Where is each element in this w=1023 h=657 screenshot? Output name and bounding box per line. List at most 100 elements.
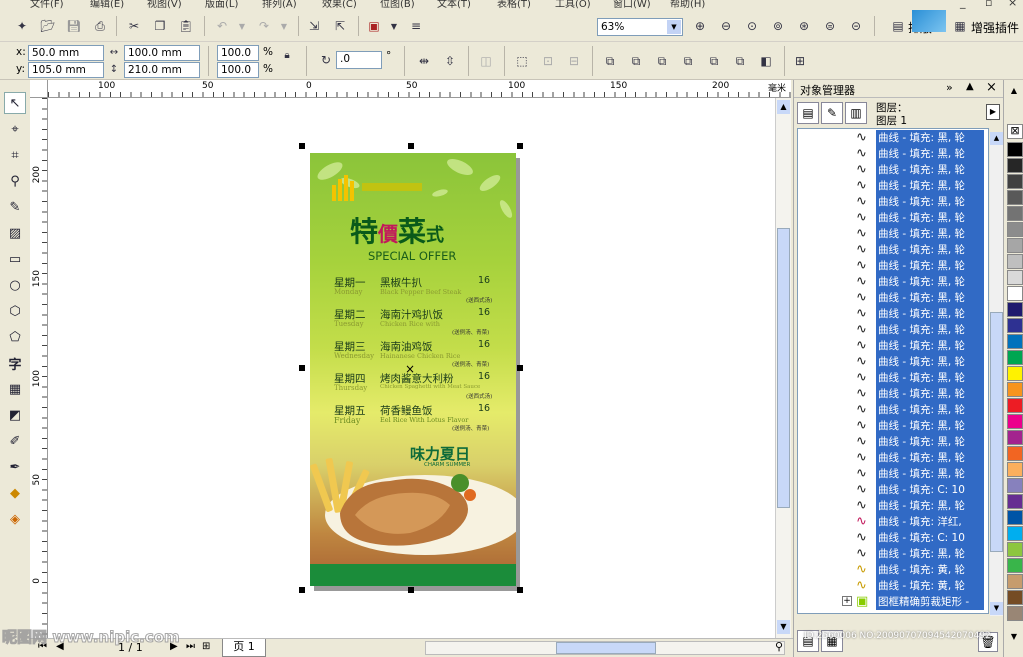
color-swatch[interactable] <box>1007 238 1023 253</box>
curve-object-row[interactable]: ∿ 曲线 - 填充: 黑, 轮 <box>798 242 988 258</box>
color-swatch[interactable] <box>1007 206 1023 221</box>
crop-tool-icon[interactable]: ⌗ <box>4 144 26 166</box>
selection-handle[interactable] <box>408 587 414 593</box>
redo-icon[interactable]: ↷ <box>254 16 274 36</box>
curve-object-row[interactable]: ∿ 曲线 - 填充: 黑, 轮 <box>798 146 988 162</box>
selection-handle[interactable] <box>299 365 305 371</box>
paste-icon[interactable]: 📋︎ <box>176 16 196 36</box>
curve-object-row[interactable]: ∿ 曲线 - 填充: 洋红, <box>798 514 988 530</box>
center-mark-icon[interactable]: × <box>405 362 415 376</box>
curve-object-row[interactable]: ∿ 曲线 - 填充: 黑, 轮 <box>798 498 988 514</box>
color-swatch[interactable] <box>1007 590 1023 605</box>
zoom-height-icon[interactable]: ⊝ <box>846 16 866 36</box>
palette-scroll-up-icon[interactable]: ▲ <box>1007 86 1021 96</box>
back-minus-front-icon[interactable]: ⧉ <box>730 51 750 71</box>
shape-tool-icon[interactable]: ⌖ <box>4 118 26 140</box>
freehand-tool-icon[interactable]: ✎ <box>4 196 26 218</box>
scroll-up-icon[interactable]: ▲ <box>777 100 790 114</box>
color-swatch[interactable] <box>1007 366 1023 381</box>
menu-bitmap[interactable]: 位图(B) <box>380 0 415 10</box>
mirror-horizontal-icon[interactable]: ⇹ <box>414 51 434 71</box>
color-swatch[interactable] <box>1007 606 1023 621</box>
select-all-icon[interactable]: ⬚ <box>512 51 532 71</box>
selection-handle[interactable] <box>299 143 305 149</box>
menu-tools[interactable]: 工具(O) <box>555 0 591 10</box>
zoom-selected-icon[interactable]: ⊙ <box>742 16 762 36</box>
zoom-all-objects-icon[interactable]: ⊚ <box>768 16 788 36</box>
curve-object-row[interactable]: ∿ 曲线 - 填充: 黑, 轮 <box>798 210 988 226</box>
color-swatch[interactable] <box>1007 302 1023 317</box>
simplify-icon[interactable]: ⧉ <box>678 51 698 71</box>
list-scroll-down-icon[interactable]: ▼ <box>990 602 1003 615</box>
curve-object-row[interactable]: ∿ 曲线 - 填充: 黑, 轮 <box>798 162 988 178</box>
curve-object-row[interactable]: ∿ 曲线 - 填充: 黑, 轮 <box>798 178 988 194</box>
curve-object-row[interactable]: ∿ 曲线 - 填充: 黑, 轮 <box>798 306 988 322</box>
y-position-field[interactable]: 105.0 mm <box>28 62 104 78</box>
curve-object-row[interactable]: ∿ 曲线 - 填充: 黑, 轮 <box>798 402 988 418</box>
canvas-vertical-scrollbar[interactable]: ▲ ▼ <box>775 98 791 638</box>
intersect-icon[interactable]: ⧉ <box>652 51 672 71</box>
color-swatch[interactable] <box>1007 334 1023 349</box>
color-swatch[interactable] <box>1007 190 1023 205</box>
color-swatch[interactable] <box>1007 478 1023 493</box>
outline-pen-tool-icon[interactable]: ✒ <box>4 456 26 478</box>
import-icon[interactable]: ⇲ <box>304 16 324 36</box>
curve-object-row[interactable]: ∿ 曲线 - 填充: 黑, 轮 <box>798 290 988 306</box>
fill-tool-icon[interactable]: ◆ <box>4 482 26 504</box>
create-boundary-icon[interactable]: ◧ <box>756 51 776 71</box>
interactive-blend-tool-icon[interactable]: ◩ <box>4 404 26 426</box>
layout-icon[interactable]: ▤ <box>888 16 908 36</box>
color-swatch[interactable] <box>1007 254 1023 269</box>
x-position-field[interactable]: 50.0 mm <box>28 45 104 61</box>
table-tool-icon[interactable]: ▦ <box>4 378 26 400</box>
docker-close-icon[interactable]: × <box>986 80 997 95</box>
menu-layout[interactable]: 版面(L) <box>205 0 238 10</box>
color-swatch[interactable] <box>1007 318 1023 333</box>
menu-arrange[interactable]: 排列(A) <box>262 0 297 10</box>
ellipse-tool-icon[interactable]: ○ <box>4 274 26 296</box>
export-icon[interactable]: ⇱ <box>330 16 350 36</box>
canvas-horizontal-scrollbar[interactable] <box>425 641 785 655</box>
color-swatch[interactable] <box>1007 558 1023 573</box>
weld-icon[interactable]: ⧉ <box>600 51 620 71</box>
polygon-tool-icon[interactable]: ⬡ <box>4 300 26 322</box>
selection-handle[interactable] <box>517 143 523 149</box>
curve-object-row[interactable]: ∿ 曲线 - 填充: 黑, 轮 <box>798 226 988 242</box>
group-icon[interactable]: ◫ <box>476 51 496 71</box>
rectangle-tool-icon[interactable]: ▭ <box>4 248 26 270</box>
horizontal-scroll-thumb[interactable] <box>556 642 656 654</box>
page-tab[interactable]: 页 1 <box>222 639 266 657</box>
print-icon[interactable]: ⎙ <box>90 16 110 36</box>
window-minimize-icon[interactable]: _ <box>960 0 966 9</box>
color-swatch[interactable] <box>1007 574 1023 589</box>
edit-across-layers-icon[interactable]: ✎ <box>821 102 843 124</box>
menu-edit[interactable]: 编辑(E) <box>90 0 124 10</box>
curve-object-row[interactable]: ∿ 曲线 - 填充: 黑, 轮 <box>798 434 988 450</box>
vertical-scroll-thumb[interactable] <box>777 228 790 508</box>
color-swatch[interactable] <box>1007 542 1023 557</box>
color-swatch[interactable] <box>1007 398 1023 413</box>
selection-handle[interactable] <box>517 587 523 593</box>
vertical-ruler[interactable]: 200 150 100 50 0 <box>30 98 48 638</box>
color-swatch[interactable] <box>1007 382 1023 397</box>
curve-object-row[interactable]: ∿ 曲线 - 填充: 黑, 轮 <box>798 322 988 338</box>
color-swatch[interactable] <box>1007 142 1023 157</box>
undo-dropdown-icon[interactable]: ▼ <box>232 16 252 36</box>
color-swatch[interactable] <box>1007 494 1023 509</box>
zoom-dropdown-icon[interactable]: ▼ <box>667 20 681 34</box>
selection-handle[interactable] <box>408 143 414 149</box>
basic-shapes-tool-icon[interactable]: ⬠ <box>4 326 26 348</box>
show-object-properties-icon[interactable]: ▤ <box>797 102 819 124</box>
menu-table[interactable]: 表格(T) <box>497 0 531 10</box>
zoom-out-icon[interactable]: ⊖ <box>716 16 736 36</box>
color-swatch[interactable] <box>1007 174 1023 189</box>
curve-object-row[interactable]: ∿ 曲线 - 填充: 黑, 轮 <box>798 418 988 434</box>
curve-object-row[interactable]: ∿ 曲线 - 填充: 黑, 轮 <box>798 274 988 290</box>
launcher-dropdown-icon[interactable]: ▼ <box>384 16 404 36</box>
layer-manager-view-icon[interactable]: ▥ <box>845 102 867 124</box>
open-folder-icon[interactable]: 📂︎ <box>38 16 58 36</box>
curve-object-row[interactable]: ∿ 曲线 - 填充: 黑, 轮 <box>798 354 988 370</box>
color-swatch[interactable] <box>1007 270 1023 285</box>
rotation-field[interactable]: .0 <box>336 51 382 69</box>
front-minus-back-icon[interactable]: ⧉ <box>704 51 724 71</box>
